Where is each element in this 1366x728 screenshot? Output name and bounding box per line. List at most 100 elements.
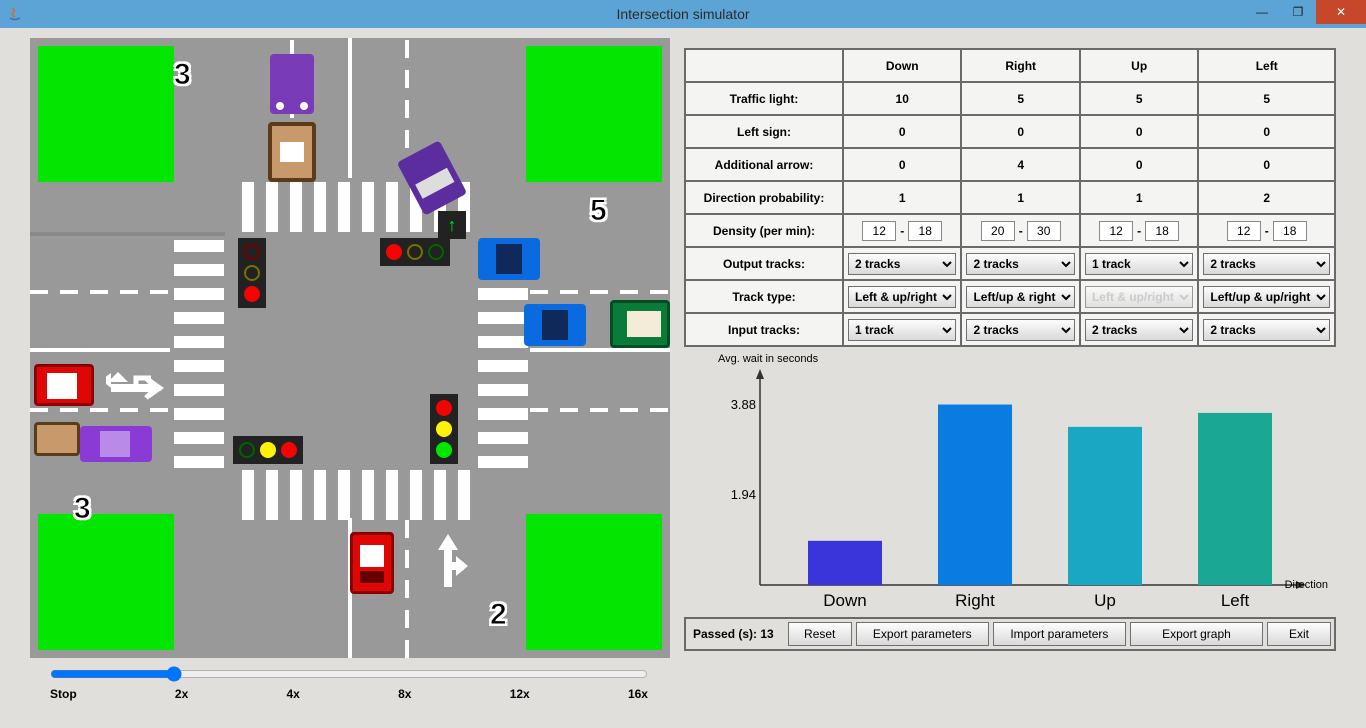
tl-up[interactable]: 5 xyxy=(1080,82,1198,115)
row-left-sign: Left sign: xyxy=(685,115,843,148)
wait-time-chart: Avg. wait in seconds 1.94 3.88 Down Righ… xyxy=(684,353,1336,615)
reset-button[interactable]: Reset xyxy=(788,622,852,646)
ytick-0: 1.94 xyxy=(731,487,756,502)
crosswalk-south xyxy=(242,470,472,520)
dp-right[interactable]: 1 xyxy=(961,181,1079,214)
grass-top-right xyxy=(526,46,662,182)
car-blue-2 xyxy=(524,304,586,346)
car-red-west xyxy=(34,364,94,406)
xcat-up: Up xyxy=(1075,591,1135,611)
button-row: Passed (s): 13 Reset Export parameters I… xyxy=(684,617,1336,651)
col-right: Right xyxy=(961,49,1079,82)
lane-label-bl: 3 xyxy=(74,492,91,526)
ls-up[interactable]: 0 xyxy=(1080,115,1198,148)
speed-control: Stop 2x 4x 8x 12x 16x xyxy=(30,666,668,701)
xcat-right: Right xyxy=(945,591,1005,611)
road-arrow-west xyxy=(106,368,166,417)
tl-left[interactable]: 5 xyxy=(1198,82,1335,115)
road-arrow-south xyxy=(428,532,468,601)
exit-button[interactable]: Exit xyxy=(1267,622,1331,646)
it-left[interactable]: 2 tracks xyxy=(1203,319,1330,341)
col-down: Down xyxy=(843,49,961,82)
aa-down[interactable]: 0 xyxy=(843,148,961,181)
ls-right[interactable]: 0 xyxy=(961,115,1079,148)
dp-left[interactable]: 2 xyxy=(1198,181,1335,214)
tl-right[interactable]: 5 xyxy=(961,82,1079,115)
grass-top-left xyxy=(38,46,174,182)
speed-slider[interactable] xyxy=(50,666,648,682)
den-down-max[interactable] xyxy=(908,221,942,241)
export-graph-button[interactable]: Export graph xyxy=(1130,622,1263,646)
close-button[interactable]: ✕ xyxy=(1316,0,1366,24)
tt-left[interactable]: Left/up & up/right xyxy=(1203,286,1330,308)
chart-svg xyxy=(684,353,1320,615)
ot-right[interactable]: 2 tracks xyxy=(966,253,1074,275)
maximize-button[interactable]: ❐ xyxy=(1280,0,1316,24)
lane-label-tl: 3 xyxy=(174,58,191,92)
crosswalk-west xyxy=(174,238,224,468)
window-title: Intersection simulator xyxy=(616,6,749,22)
traffic-light-sw xyxy=(233,436,303,464)
tl-down[interactable]: 10 xyxy=(843,82,961,115)
dp-down[interactable]: 1 xyxy=(843,181,961,214)
traffic-light-ne xyxy=(380,238,450,266)
den-right-max[interactable] xyxy=(1027,221,1061,241)
minimize-button[interactable]: — xyxy=(1244,0,1280,24)
speed-tick-0: Stop xyxy=(50,687,77,701)
car-purple-sw xyxy=(80,426,152,462)
col-up: Up xyxy=(1080,49,1198,82)
aa-left[interactable]: 0 xyxy=(1198,148,1335,181)
car-blue-1 xyxy=(478,238,540,280)
row-traffic-light: Traffic light: xyxy=(685,82,843,115)
den-right-min[interactable] xyxy=(981,221,1015,241)
ls-left[interactable]: 0 xyxy=(1198,115,1335,148)
it-up[interactable]: 2 tracks xyxy=(1085,319,1193,341)
car-red-south xyxy=(350,532,394,594)
ytick-1: 3.88 xyxy=(731,397,756,412)
speed-tick-2: 4x xyxy=(287,687,300,701)
tt-right[interactable]: Left/up & right xyxy=(966,286,1074,308)
den-down-min[interactable] xyxy=(862,221,896,241)
ls-down[interactable]: 0 xyxy=(843,115,961,148)
row-additional-arrow: Additional arrow: xyxy=(685,148,843,181)
car-green-truck xyxy=(610,300,670,348)
grass-bottom-left xyxy=(38,514,174,650)
lane-label-br: 2 xyxy=(490,598,507,632)
window-controls: — ❐ ✕ xyxy=(1244,0,1366,28)
chart-xlabel: Direction xyxy=(1285,579,1328,591)
xcat-left: Left xyxy=(1205,591,1265,611)
speed-tick-1: 2x xyxy=(175,687,188,701)
aa-right[interactable]: 4 xyxy=(961,148,1079,181)
dp-up[interactable]: 1 xyxy=(1080,181,1198,214)
it-right[interactable]: 2 tracks xyxy=(966,319,1074,341)
row-direction-prob: Direction probability: xyxy=(685,181,843,214)
it-down[interactable]: 1 track xyxy=(848,319,956,341)
speed-tick-4: 12x xyxy=(510,687,530,701)
ot-left[interactable]: 2 tracks xyxy=(1203,253,1330,275)
row-output-tracks: Output tracks: xyxy=(685,247,843,280)
java-icon xyxy=(6,5,24,23)
den-left-max[interactable] xyxy=(1273,221,1307,241)
ot-down[interactable]: 2 tracks xyxy=(848,253,956,275)
traffic-light-nw xyxy=(238,238,266,308)
arrow-light-ne: ↑ xyxy=(438,211,466,239)
speed-tick-5: 16x xyxy=(628,687,648,701)
speed-tick-3: 8x xyxy=(398,687,411,701)
export-params-button[interactable]: Export parameters xyxy=(856,622,989,646)
window-titlebar: Intersection simulator — ❐ ✕ xyxy=(0,0,1366,28)
intersection-canvas: 3 5 3 2 ↑ xyxy=(30,38,670,658)
parameter-table: Down Right Up Left Traffic light: 10 5 5… xyxy=(684,48,1336,347)
car-brown-2 xyxy=(34,422,80,456)
car-brown-1 xyxy=(268,122,316,182)
ot-up[interactable]: 1 track xyxy=(1085,253,1193,275)
tt-up: Left & up/right xyxy=(1085,286,1193,308)
aa-up[interactable]: 0 xyxy=(1080,148,1198,181)
row-input-tracks: Input tracks: xyxy=(685,313,843,346)
den-up-min[interactable] xyxy=(1099,221,1133,241)
den-left-min[interactable] xyxy=(1227,221,1261,241)
grass-bottom-right xyxy=(526,514,662,650)
den-up-max[interactable] xyxy=(1145,221,1179,241)
tt-down[interactable]: Left & up/right xyxy=(848,286,956,308)
import-params-button[interactable]: Import parameters xyxy=(993,622,1126,646)
col-left: Left xyxy=(1198,49,1335,82)
